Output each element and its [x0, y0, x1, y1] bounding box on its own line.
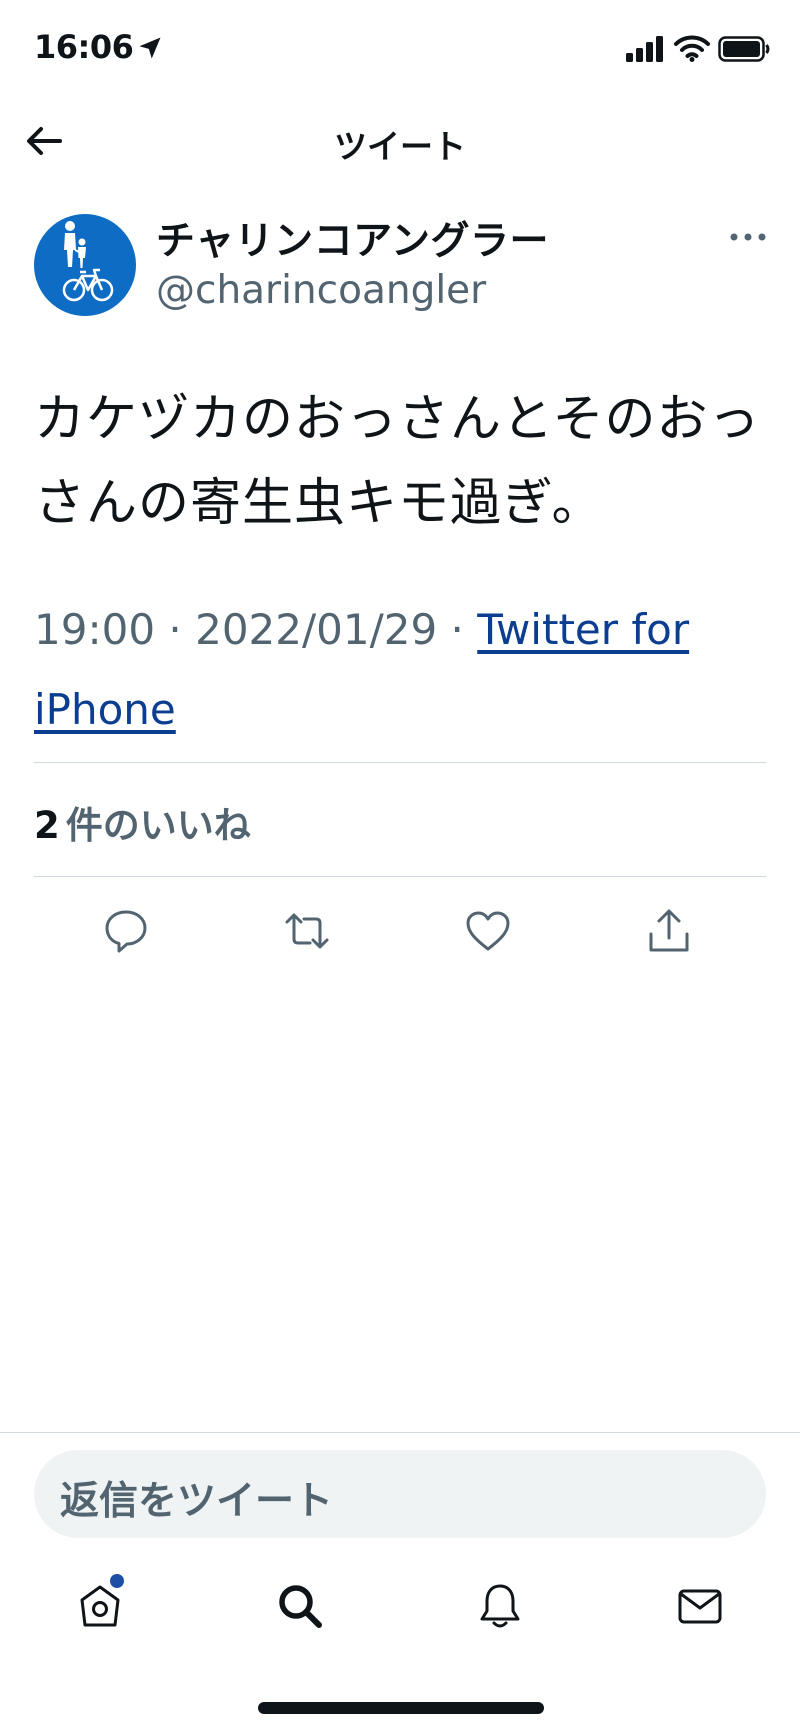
tweet-text: カケヅカのおっさんとそのおっさんの寄生虫キモ過ぎ。 [34, 390, 761, 533]
share-icon[interactable] [644, 906, 694, 956]
divider [34, 762, 766, 763]
battery-icon [718, 36, 770, 62]
home-indicator[interactable] [258, 1702, 544, 1714]
like-count: 2 [34, 804, 60, 847]
wifi-icon [674, 35, 710, 62]
reply-icon[interactable] [101, 906, 151, 956]
likes-stat[interactable]: 2 件のいいね [34, 795, 251, 849]
bell-icon[interactable] [474, 1580, 526, 1632]
divider [0, 1432, 800, 1433]
notification-dot [110, 1574, 124, 1588]
status-time: 16:06 [34, 28, 134, 66]
more-horizontal-icon[interactable] [726, 222, 770, 252]
heart-icon[interactable] [463, 906, 513, 956]
pedestrian-bicycle-icon [62, 221, 114, 302]
tweet-time: 19:00 [34, 605, 156, 654]
like-label: 件のいいね [65, 804, 251, 847]
tweet-date: 2022/01/29 [195, 605, 438, 654]
tweet-meta: 19:00 · 2022/01/29 · Twitter for iPhone [34, 590, 774, 750]
reply-placeholder: 返信をツイート [60, 1479, 334, 1524]
meta-separator: · [437, 605, 478, 654]
mail-icon[interactable] [674, 1580, 726, 1632]
meta-separator: · [155, 605, 196, 654]
cellular-signal-icon [626, 36, 663, 62]
search-icon[interactable] [274, 1580, 326, 1632]
reply-input[interactable]: 返信をツイート [34, 1450, 766, 1538]
nav-bar: ツイート [0, 100, 800, 180]
display-name[interactable]: チャリンコアングラー [156, 210, 549, 266]
location-icon [139, 37, 161, 59]
page-title: ツイート [334, 127, 466, 166]
retweet-icon[interactable] [282, 906, 332, 956]
user-handle[interactable]: @charincoangler [156, 268, 486, 313]
divider [34, 876, 766, 877]
status-bar: 16:06 [0, 0, 800, 100]
avatar[interactable] [34, 214, 136, 316]
